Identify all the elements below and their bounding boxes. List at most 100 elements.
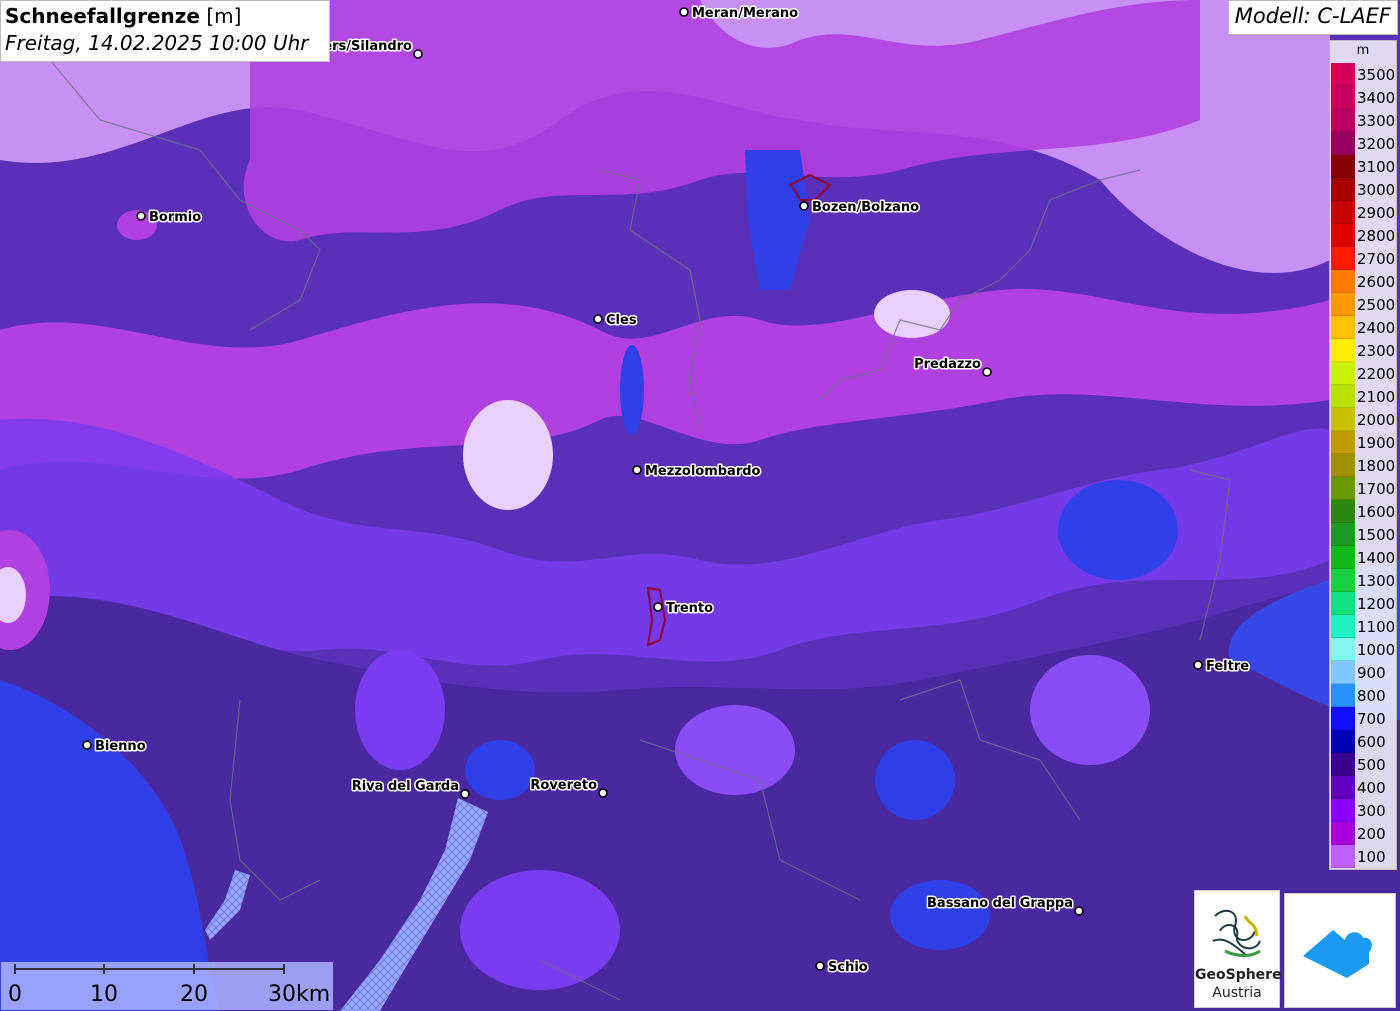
legend-label: 200 <box>1357 825 1386 843</box>
legend-entry: 300 <box>1330 799 1396 822</box>
legend-entry: 1300 <box>1330 569 1396 592</box>
city-dot <box>632 465 642 475</box>
geosphere-logo[interactable]: GeoSphere Austria <box>1194 890 1282 1008</box>
city-label: Riva del Garda <box>352 779 459 794</box>
legend-swatch <box>1331 615 1355 638</box>
contour-blue-patch <box>890 880 990 950</box>
city-dot <box>982 367 992 377</box>
legend-label: 1200 <box>1357 595 1396 613</box>
legend-label: 2200 <box>1357 365 1396 383</box>
legend-swatch <box>1331 178 1355 201</box>
city-marker[interactable]: Meran/Merano <box>679 5 800 23</box>
city-marker[interactable]: Mezzolombardo <box>632 463 762 481</box>
legend-entry: 2400 <box>1330 316 1396 339</box>
legend-swatch <box>1331 86 1355 109</box>
legend-swatch <box>1331 385 1355 408</box>
legend-entry: 2700 <box>1330 247 1396 270</box>
legend-entry: 2000 <box>1330 408 1396 431</box>
snowfall-limit-map[interactable]: Meran/Merano ers/Silandro Bormio Bozen/Bolz… <box>0 0 1400 1011</box>
city-marker[interactable]: Bozen/Bolzano <box>799 199 921 217</box>
title-box: Schneefallgrenze [m] Freitag, 14.02.2025… <box>0 0 330 62</box>
city-dot <box>1074 906 1084 916</box>
legend-entry: 3200 <box>1330 132 1396 155</box>
city-label: Bormio <box>149 210 201 225</box>
city-label: Bozen/Bolzano <box>812 200 919 215</box>
legend-label: 400 <box>1357 779 1386 797</box>
city-dot <box>598 788 608 798</box>
legend-entry: 2600 <box>1330 270 1396 293</box>
legend-entry: 2100 <box>1330 385 1396 408</box>
legend-label: 1600 <box>1357 503 1396 521</box>
color-legend: m 3500 3400 3300 3200 3100 3000 2900 2800 2700 26… <box>1329 40 1397 870</box>
legend-entry: 600 <box>1330 730 1396 753</box>
app-logo[interactable] <box>1284 893 1396 1008</box>
city-label: Mezzolombardo <box>645 464 761 479</box>
logo-text: Austria <box>1212 985 1262 1001</box>
legend-swatch <box>1331 822 1355 845</box>
legend-swatch <box>1331 339 1355 362</box>
legend-swatch <box>1331 730 1355 753</box>
legend-swatch <box>1331 845 1355 868</box>
legend-swatch <box>1331 454 1355 477</box>
city-label: Feltre <box>1206 659 1249 674</box>
scale-label: 20 <box>180 982 208 1007</box>
city-label: Rovereto <box>530 778 597 793</box>
legend-label: 3400 <box>1357 89 1396 107</box>
city-dot <box>679 7 689 17</box>
legend-label: 2500 <box>1357 296 1396 314</box>
contour-blue-patch <box>620 345 644 435</box>
legend-entry: 3500 <box>1330 63 1396 86</box>
legend-swatch <box>1331 431 1355 454</box>
legend-label: 2000 <box>1357 411 1396 429</box>
legend-entry: 1700 <box>1330 477 1396 500</box>
legend-swatch <box>1331 661 1355 684</box>
legend-swatch <box>1331 224 1355 247</box>
legend-entry: 200 <box>1330 822 1396 845</box>
legend-entry: 500 <box>1330 753 1396 776</box>
legend-swatch <box>1331 477 1355 500</box>
legend-label: 1500 <box>1357 526 1396 544</box>
legend-label: 1400 <box>1357 549 1396 567</box>
legend-swatch <box>1331 500 1355 523</box>
legend-label: 1100 <box>1357 618 1396 636</box>
legend-label: 600 <box>1357 733 1386 751</box>
legend-swatch <box>1331 638 1355 661</box>
legend-entry: 1000 <box>1330 638 1396 661</box>
legend-swatch <box>1331 408 1355 431</box>
legend-entry: 900 <box>1330 661 1396 684</box>
legend-label: 3000 <box>1357 181 1396 199</box>
contour-blue-patch <box>875 740 955 820</box>
legend-swatch <box>1331 63 1355 86</box>
city-label: Bienno <box>95 739 146 754</box>
legend-label: 2100 <box>1357 388 1396 406</box>
forecast-datetime: Freitag, 14.02.2025 10:00 Uhr <box>5 31 309 55</box>
city-dot <box>1193 660 1203 670</box>
city-dot <box>593 314 603 324</box>
legend-entry: 800 <box>1330 684 1396 707</box>
contour-violet-patch <box>1030 655 1150 765</box>
legend-swatch <box>1331 201 1355 224</box>
city-label: ers/Silandro <box>323 39 412 54</box>
legend-swatch <box>1331 707 1355 730</box>
city-label: Predazzo <box>914 357 981 372</box>
city-label: Meran/Merano <box>692 6 798 21</box>
legend-label: 1800 <box>1357 457 1396 475</box>
legend-swatch <box>1331 109 1355 132</box>
legend-label: 3200 <box>1357 135 1396 153</box>
scale-label: 10 <box>90 982 118 1007</box>
legend-label: 2700 <box>1357 250 1396 268</box>
legend-entry: 100 <box>1330 845 1396 868</box>
legend-swatch <box>1331 270 1355 293</box>
logo-text: GeoSphere <box>1195 967 1282 983</box>
legend-swatch <box>1331 592 1355 615</box>
city-label: Bassano del Grappa <box>927 896 1073 911</box>
scale-label: 0 <box>8 982 22 1007</box>
city-dot <box>799 201 809 211</box>
legend-entry: 3300 <box>1330 109 1396 132</box>
legend-entry: 400 <box>1330 776 1396 799</box>
city-dot <box>136 211 146 221</box>
legend-label: 700 <box>1357 710 1386 728</box>
city-dot <box>460 789 470 799</box>
legend-swatch <box>1331 569 1355 592</box>
legend-entry: 1100 <box>1330 615 1396 638</box>
